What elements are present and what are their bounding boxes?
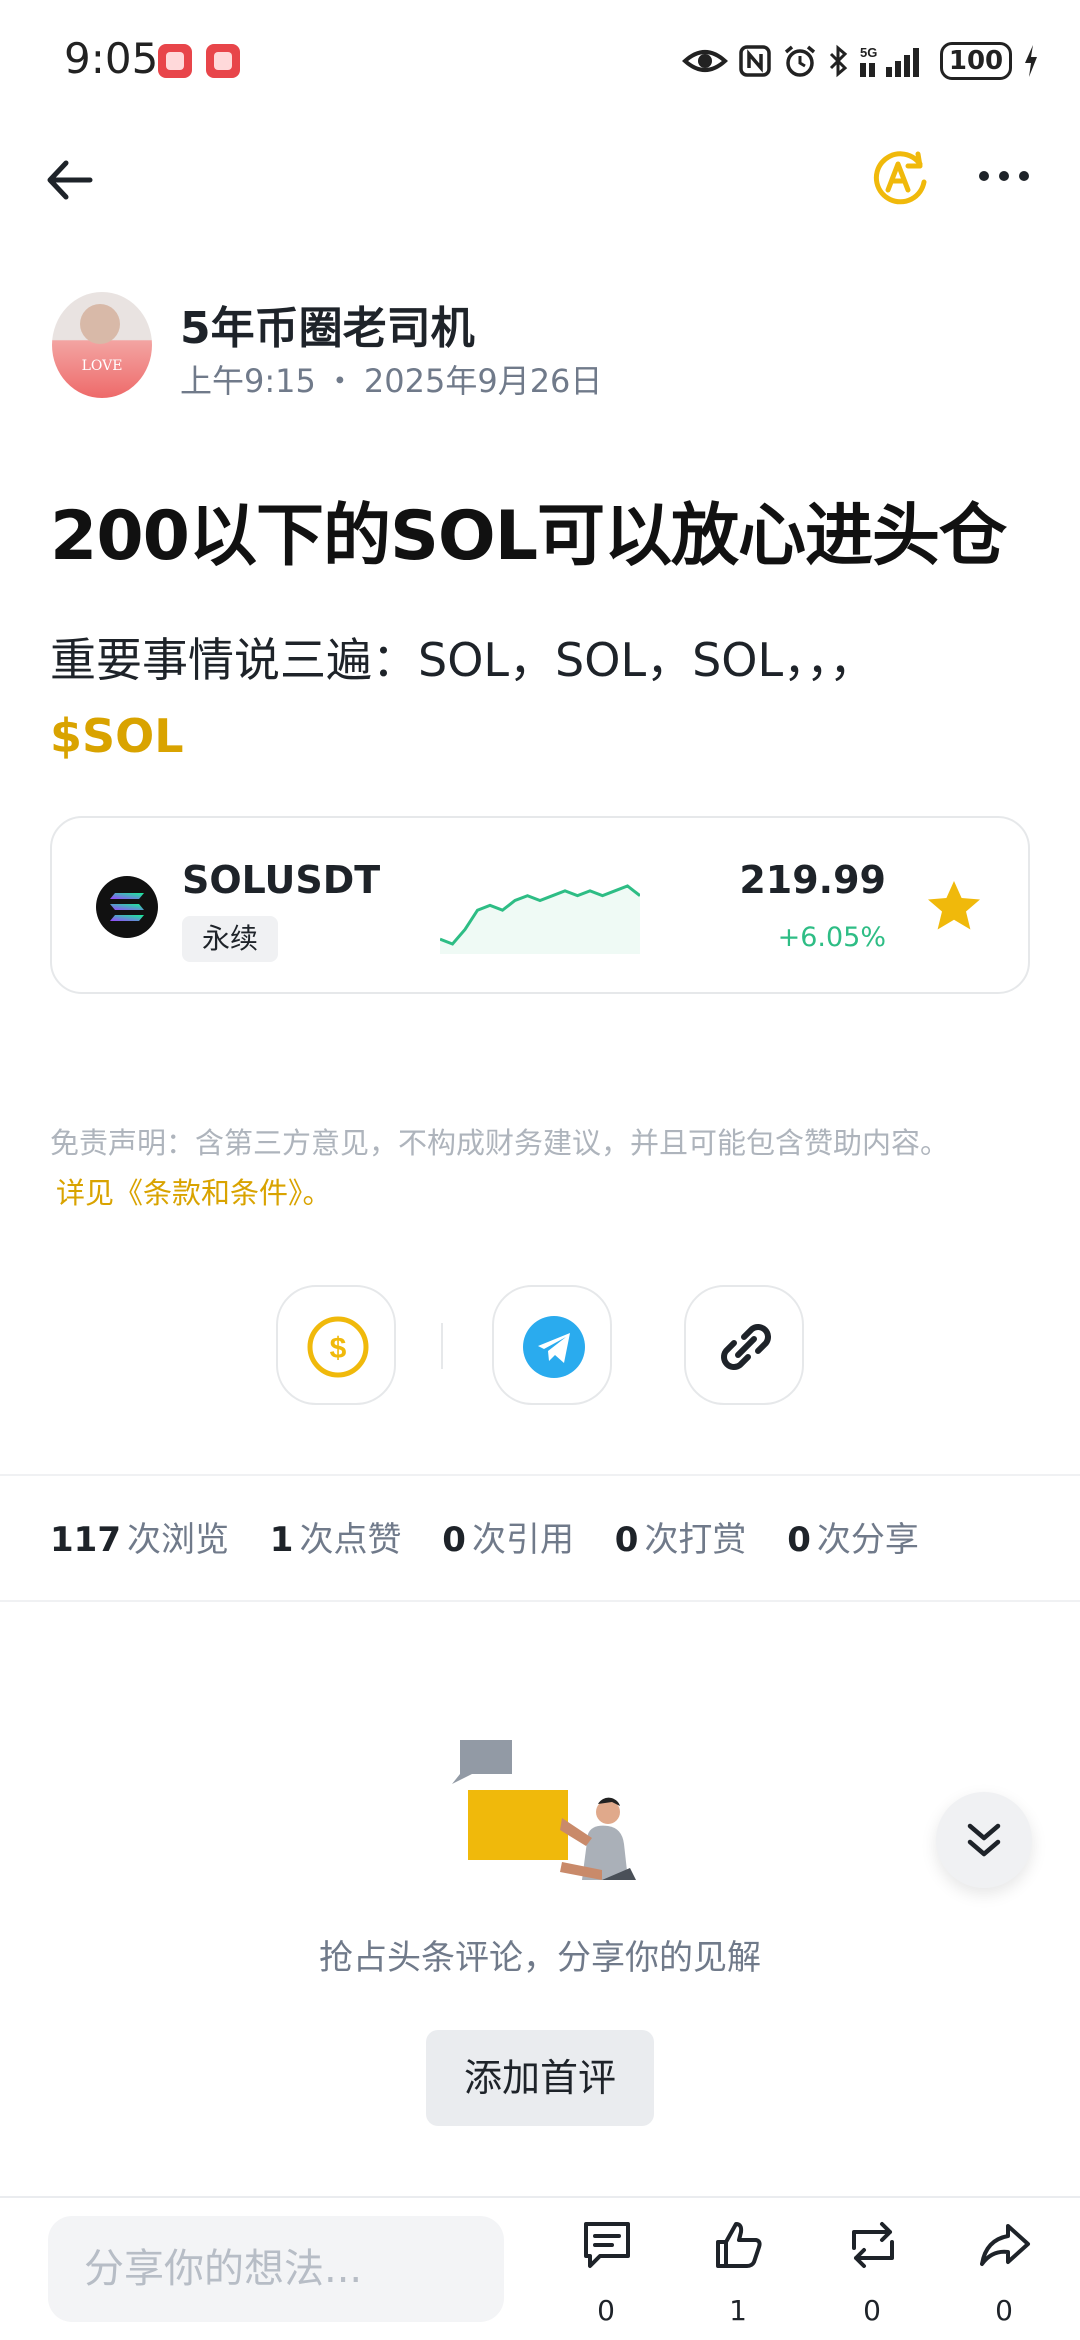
star-icon: [928, 881, 980, 930]
post-meta: 上午9:15 ・ 2025年9月26日: [180, 356, 602, 402]
copy-link-button[interactable]: [684, 1285, 804, 1405]
terms-link[interactable]: 详见《条款和条件》。: [56, 1168, 1040, 1218]
more-options-button[interactable]: [972, 156, 1036, 196]
ticker-change: +6.05%: [777, 922, 886, 953]
telegram-share-button[interactable]: [492, 1285, 612, 1405]
notification-app-icon: [158, 44, 192, 78]
engagement-stats: 117 次浏览 1 次点赞 0 次引用 0 次打赏 0 次分享: [50, 1512, 949, 1561]
share-row: $: [0, 1285, 1080, 1407]
author-name[interactable]: 5年币圈老司机: [180, 292, 475, 356]
signal-icon: 5G: [860, 45, 919, 77]
disclaimer: 免责声明：含第三方意见，不构成财务建议，并且可能包含赞助内容。 详见《条款和条件…: [50, 1118, 1040, 1218]
divider: [0, 1600, 1080, 1602]
charging-icon: [1025, 45, 1037, 77]
repost-action[interactable]: 0: [824, 2218, 920, 2334]
divider: [0, 1474, 1080, 1476]
notification-app-icon: [206, 44, 240, 78]
avatar-logo-text: LOVE: [81, 358, 123, 374]
telegram-icon: [523, 1316, 585, 1378]
ticker-price: 219.99: [739, 858, 886, 902]
alarm-icon: [784, 45, 816, 77]
meta-separator: ・: [323, 362, 356, 400]
back-button[interactable]: [40, 150, 110, 210]
contract-type-tag: 永续: [182, 916, 279, 962]
like-count: 1: [729, 2294, 747, 2327]
ticker-symbol: SOLUSDT: [182, 858, 381, 902]
status-bar: 9:05 5G 100: [0, 0, 1080, 120]
double-chevron-down-icon: [967, 1823, 1001, 1857]
arrow-left-icon: [47, 160, 93, 200]
more-icon: [979, 171, 1029, 181]
battery-indicator: 100: [940, 42, 1012, 80]
translate-icon: [873, 151, 927, 205]
share-count: 0: [995, 2294, 1013, 2327]
share-action[interactable]: 0: [956, 2218, 1052, 2334]
scroll-to-comments-button[interactable]: [936, 1792, 1032, 1888]
nfc-icon: [739, 45, 771, 77]
stat-tips: 0 次打赏: [614, 1520, 747, 1560]
solana-icon: [96, 876, 158, 938]
tip-dollar-icon: $: [307, 1316, 369, 1378]
eye-icon: [682, 50, 728, 72]
stat-quotes: 0 次引用: [442, 1520, 574, 1560]
stat-shares: 0 次分享: [787, 1520, 919, 1560]
post-date: 2025年9月26日: [363, 362, 603, 400]
stat-likes: 1 次点赞: [269, 1520, 402, 1560]
favorite-button[interactable]: [924, 878, 984, 938]
status-icons: 5G 100: [682, 36, 1040, 86]
disclaimer-text: 免责声明：含第三方意见，不构成财务建议，并且可能包含赞助内容。: [50, 1126, 950, 1160]
share-divider: [441, 1323, 443, 1369]
svg-text:$: $: [330, 1332, 347, 1365]
empty-comments-illustration: [452, 1740, 636, 1880]
bottom-action-bar: 分享你的想法... 0 1 0 0: [0, 2196, 1080, 2340]
bluetooth-icon: [829, 44, 848, 78]
comment-input[interactable]: 分享你的想法...: [48, 2216, 504, 2322]
comment-count: 0: [597, 2294, 615, 2327]
post-body: 重要事情说三遍：SOL，SOL，SOL，，， $SOL: [50, 622, 1040, 774]
price-sparkline: [440, 884, 640, 954]
post-body-text: 重要事情说三遍：SOL，SOL，SOL，，，: [50, 633, 876, 687]
empty-comments-text: 抢占头条评论，分享你的见解: [319, 1938, 761, 1978]
repost-icon: [852, 2222, 894, 2268]
link-icon: [721, 1324, 771, 1370]
repost-count: 0: [863, 2294, 881, 2327]
avatar[interactable]: LOVE: [52, 292, 152, 398]
tip-button[interactable]: $: [276, 1285, 396, 1405]
thumbs-up-icon: [716, 2222, 762, 2268]
translate-button[interactable]: [868, 146, 932, 214]
share-icon: [980, 2224, 1030, 2266]
like-action[interactable]: 1: [690, 2218, 786, 2334]
avatar-face: [80, 304, 120, 344]
post-title: 200以下的SOL可以放心进头仓: [50, 497, 1007, 576]
comment-action[interactable]: 0: [558, 2218, 654, 2334]
cashtag-link[interactable]: $SOL: [50, 698, 1040, 774]
comment-icon: [584, 2222, 630, 2268]
post-time: 上午9:15: [180, 362, 316, 400]
status-time: 9:05: [64, 34, 159, 83]
ticker-card[interactable]: SOLUSDT 永续 219.99 +6.05%: [50, 816, 1030, 994]
stat-views: 117 次浏览: [50, 1520, 229, 1560]
author-block: LOVE 5年币圈老司机 上午9:15 ・ 2025年9月26日: [52, 292, 952, 402]
add-first-comment-button[interactable]: 添加首评: [426, 2030, 654, 2126]
svg-text:5G: 5G: [860, 45, 877, 60]
